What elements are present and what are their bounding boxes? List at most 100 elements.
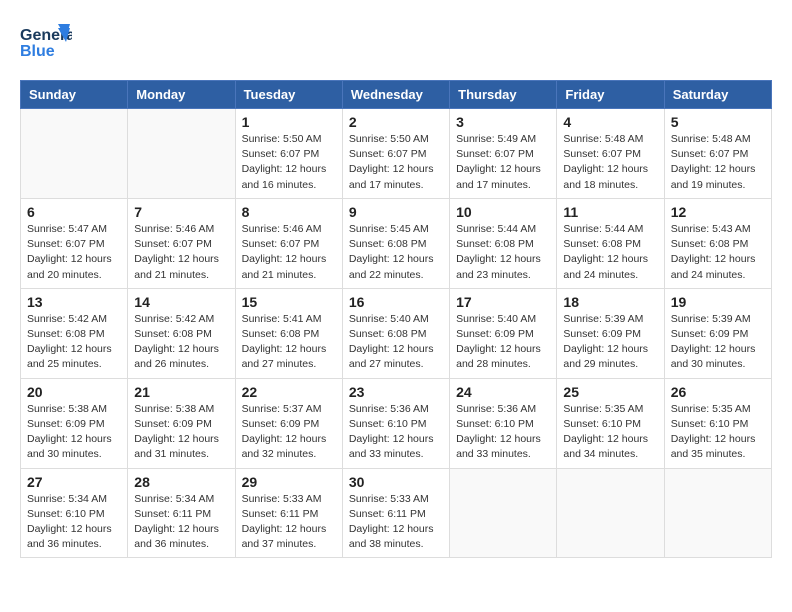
day-number: 19 xyxy=(671,294,765,310)
day-info: Sunrise: 5:33 AM Sunset: 6:11 PM Dayligh… xyxy=(242,492,336,553)
calendar-cell: 26 Sunrise: 5:35 AM Sunset: 6:10 PM Dayli… xyxy=(664,378,771,468)
day-number: 3 xyxy=(456,114,550,130)
calendar-cell: 18 Sunrise: 5:39 AM Sunset: 6:09 PM Dayli… xyxy=(557,288,664,378)
day-info: Sunrise: 5:42 AM Sunset: 6:08 PM Dayligh… xyxy=(134,312,228,373)
calendar-week-1: 1 Sunrise: 5:50 AM Sunset: 6:07 PM Daylig… xyxy=(21,109,772,199)
calendar-cell: 4 Sunrise: 5:48 AM Sunset: 6:07 PM Daylig… xyxy=(557,109,664,199)
calendar-cell xyxy=(450,468,557,558)
day-info: Sunrise: 5:41 AM Sunset: 6:08 PM Dayligh… xyxy=(242,312,336,373)
calendar-cell: 30 Sunrise: 5:33 AM Sunset: 6:11 PM Dayli… xyxy=(342,468,449,558)
calendar-cell: 12Sunrise: 5:43 AM Sunset: 6:08 PM Dayli… xyxy=(664,198,771,288)
calendar-cell: 3 Sunrise: 5:49 AM Sunset: 6:07 PM Daylig… xyxy=(450,109,557,199)
day-number: 1 xyxy=(242,114,336,130)
calendar-cell: 16Sunrise: 5:40 AM Sunset: 6:08 PM Dayli… xyxy=(342,288,449,378)
weekday-header-sunday: Sunday xyxy=(21,81,128,109)
calendar-cell xyxy=(557,468,664,558)
day-number: 17 xyxy=(456,294,550,310)
day-info: Sunrise: 5:50 AM Sunset: 6:07 PM Dayligh… xyxy=(242,132,336,193)
day-info: Sunrise: 5:45 AM Sunset: 6:08 PM Dayligh… xyxy=(349,222,443,283)
day-number: 20 xyxy=(27,384,121,400)
day-number: 18 xyxy=(563,294,657,310)
day-info: Sunrise: 5:36 AM Sunset: 6:10 PM Dayligh… xyxy=(456,402,550,463)
day-info: Sunrise: 5:35 AM Sunset: 6:10 PM Dayligh… xyxy=(671,402,765,463)
weekday-header-monday: Monday xyxy=(128,81,235,109)
logo: General Blue xyxy=(20,20,72,70)
calendar-cell: 9 Sunrise: 5:45 AM Sunset: 6:08 PM Daylig… xyxy=(342,198,449,288)
day-number: 22 xyxy=(242,384,336,400)
calendar-cell: 29 Sunrise: 5:33 AM Sunset: 6:11 PM Dayli… xyxy=(235,468,342,558)
calendar-cell: 11 Sunrise: 5:44 AM Sunset: 6:08 PM Dayli… xyxy=(557,198,664,288)
day-info: Sunrise: 5:33 AM Sunset: 6:11 PM Dayligh… xyxy=(349,492,443,553)
day-info: Sunrise: 5:38 AM Sunset: 6:09 PM Dayligh… xyxy=(27,402,121,463)
day-number: 12 xyxy=(671,204,765,220)
day-info: Sunrise: 5:39 AM Sunset: 6:09 PM Dayligh… xyxy=(563,312,657,373)
day-info: Sunrise: 5:50 AM Sunset: 6:07 PM Dayligh… xyxy=(349,132,443,193)
calendar-cell: 15 Sunrise: 5:41 AM Sunset: 6:08 PM Dayli… xyxy=(235,288,342,378)
day-number: 11 xyxy=(563,204,657,220)
day-info: Sunrise: 5:44 AM Sunset: 6:08 PM Dayligh… xyxy=(456,222,550,283)
day-number: 21 xyxy=(134,384,228,400)
calendar-week-5: 27 Sunrise: 5:34 AM Sunset: 6:10 PM Dayli… xyxy=(21,468,772,558)
calendar-cell: 14Sunrise: 5:42 AM Sunset: 6:08 PM Dayli… xyxy=(128,288,235,378)
day-number: 15 xyxy=(242,294,336,310)
calendar-cell: 7 Sunrise: 5:46 AM Sunset: 6:07 PM Daylig… xyxy=(128,198,235,288)
calendar-cell: 19 Sunrise: 5:39 AM Sunset: 6:09 PM Dayli… xyxy=(664,288,771,378)
calendar-cell: 24 Sunrise: 5:36 AM Sunset: 6:10 PM Dayli… xyxy=(450,378,557,468)
day-number: 9 xyxy=(349,204,443,220)
calendar-cell xyxy=(664,468,771,558)
day-number: 26 xyxy=(671,384,765,400)
calendar-cell xyxy=(21,109,128,199)
day-info: Sunrise: 5:47 AM Sunset: 6:07 PM Dayligh… xyxy=(27,222,121,283)
day-number: 23 xyxy=(349,384,443,400)
day-info: Sunrise: 5:35 AM Sunset: 6:10 PM Dayligh… xyxy=(563,402,657,463)
calendar-cell: 17 Sunrise: 5:40 AM Sunset: 6:09 PM Dayli… xyxy=(450,288,557,378)
calendar-cell: 6Sunrise: 5:47 AM Sunset: 6:07 PM Daylig… xyxy=(21,198,128,288)
calendar-cell: 13 Sunrise: 5:42 AM Sunset: 6:08 PM Dayli… xyxy=(21,288,128,378)
calendar-cell: 1 Sunrise: 5:50 AM Sunset: 6:07 PM Daylig… xyxy=(235,109,342,199)
day-number: 5 xyxy=(671,114,765,130)
calendar-cell: 28Sunrise: 5:34 AM Sunset: 6:11 PM Dayli… xyxy=(128,468,235,558)
weekday-header-thursday: Thursday xyxy=(450,81,557,109)
day-info: Sunrise: 5:48 AM Sunset: 6:07 PM Dayligh… xyxy=(563,132,657,193)
day-number: 4 xyxy=(563,114,657,130)
calendar-cell: 20 Sunrise: 5:38 AM Sunset: 6:09 PM Dayli… xyxy=(21,378,128,468)
logo-icon: General Blue xyxy=(20,20,72,65)
day-info: Sunrise: 5:39 AM Sunset: 6:09 PM Dayligh… xyxy=(671,312,765,373)
day-number: 7 xyxy=(134,204,228,220)
day-number: 13 xyxy=(27,294,121,310)
day-number: 8 xyxy=(242,204,336,220)
day-info: Sunrise: 5:46 AM Sunset: 6:07 PM Dayligh… xyxy=(242,222,336,283)
day-info: Sunrise: 5:36 AM Sunset: 6:10 PM Dayligh… xyxy=(349,402,443,463)
day-info: Sunrise: 5:34 AM Sunset: 6:11 PM Dayligh… xyxy=(134,492,228,553)
calendar-cell: 21 Sunrise: 5:38 AM Sunset: 6:09 PM Dayli… xyxy=(128,378,235,468)
weekday-header-row: SundayMondayTuesdayWednesdayThursdayFrid… xyxy=(21,81,772,109)
day-info: Sunrise: 5:38 AM Sunset: 6:09 PM Dayligh… xyxy=(134,402,228,463)
day-number: 27 xyxy=(27,474,121,490)
day-info: Sunrise: 5:48 AM Sunset: 6:07 PM Dayligh… xyxy=(671,132,765,193)
day-info: Sunrise: 5:44 AM Sunset: 6:08 PM Dayligh… xyxy=(563,222,657,283)
weekday-header-friday: Friday xyxy=(557,81,664,109)
calendar-week-2: 6Sunrise: 5:47 AM Sunset: 6:07 PM Daylig… xyxy=(21,198,772,288)
day-number: 24 xyxy=(456,384,550,400)
day-info: Sunrise: 5:46 AM Sunset: 6:07 PM Dayligh… xyxy=(134,222,228,283)
day-number: 30 xyxy=(349,474,443,490)
calendar-cell xyxy=(128,109,235,199)
calendar-cell: 8 Sunrise: 5:46 AM Sunset: 6:07 PM Daylig… xyxy=(235,198,342,288)
calendar-week-4: 20 Sunrise: 5:38 AM Sunset: 6:09 PM Dayli… xyxy=(21,378,772,468)
day-info: Sunrise: 5:49 AM Sunset: 6:07 PM Dayligh… xyxy=(456,132,550,193)
calendar-cell: 25 Sunrise: 5:35 AM Sunset: 6:10 PM Dayli… xyxy=(557,378,664,468)
calendar-cell: 22 Sunrise: 5:37 AM Sunset: 6:09 PM Dayli… xyxy=(235,378,342,468)
day-number: 25 xyxy=(563,384,657,400)
day-info: Sunrise: 5:40 AM Sunset: 6:08 PM Dayligh… xyxy=(349,312,443,373)
day-info: Sunrise: 5:42 AM Sunset: 6:08 PM Dayligh… xyxy=(27,312,121,373)
calendar-week-3: 13 Sunrise: 5:42 AM Sunset: 6:08 PM Dayli… xyxy=(21,288,772,378)
weekday-header-wednesday: Wednesday xyxy=(342,81,449,109)
day-info: Sunrise: 5:40 AM Sunset: 6:09 PM Dayligh… xyxy=(456,312,550,373)
weekday-header-tuesday: Tuesday xyxy=(235,81,342,109)
calendar-cell: 2Sunrise: 5:50 AM Sunset: 6:07 PM Daylig… xyxy=(342,109,449,199)
svg-text:Blue: Blue xyxy=(20,43,55,60)
day-info: Sunrise: 5:37 AM Sunset: 6:09 PM Dayligh… xyxy=(242,402,336,463)
day-info: Sunrise: 5:34 AM Sunset: 6:10 PM Dayligh… xyxy=(27,492,121,553)
day-number: 29 xyxy=(242,474,336,490)
day-number: 10 xyxy=(456,204,550,220)
